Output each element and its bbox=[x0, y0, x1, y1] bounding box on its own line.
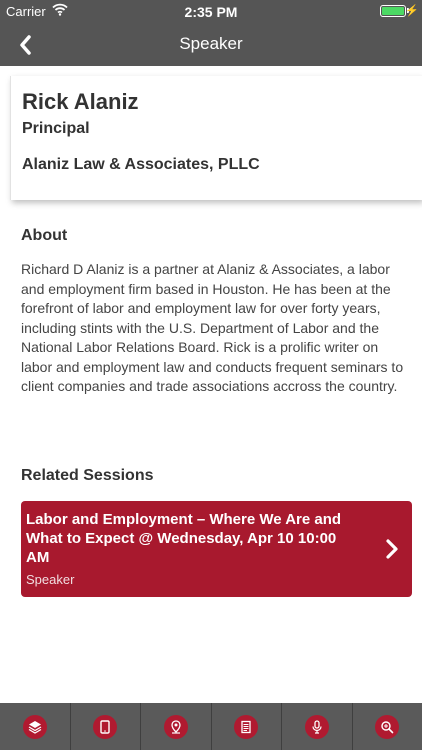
status-time: 2:35 PM bbox=[184, 4, 238, 20]
speaker-name: Rick Alaniz bbox=[22, 89, 139, 114]
layers-icon bbox=[22, 715, 47, 739]
tab-sessions[interactable] bbox=[0, 703, 70, 750]
tab-map[interactable] bbox=[140, 703, 211, 750]
related-sessions-heading: Related Sessions bbox=[21, 467, 154, 484]
speaker-company: Alaniz Law & Associates, PLLC bbox=[22, 156, 260, 173]
about-heading: About bbox=[21, 227, 68, 244]
charging-bolt-icon: ⚡ bbox=[405, 5, 419, 17]
session-card[interactable]: Labor and Employment – Where We Are and … bbox=[21, 501, 412, 597]
tab-documents[interactable] bbox=[210, 703, 282, 750]
zoom-search-icon bbox=[375, 715, 400, 739]
speaker-title: Principal bbox=[22, 120, 90, 137]
chevron-right-icon bbox=[384, 538, 400, 560]
navigation-bar: Speaker bbox=[0, 22, 422, 66]
session-title: Labor and Employment – Where We Are and … bbox=[26, 511, 342, 566]
tab-speakers[interactable] bbox=[281, 703, 352, 750]
page-title: Speaker bbox=[179, 34, 243, 53]
about-text: Richard D Alaniz is a partner at Alaniz … bbox=[21, 261, 404, 394]
microphone-icon bbox=[304, 715, 329, 739]
battery-icon bbox=[380, 5, 406, 17]
tab-device[interactable] bbox=[69, 703, 141, 750]
tab-search[interactable] bbox=[351, 703, 422, 750]
tab-bar bbox=[0, 703, 422, 750]
document-icon bbox=[234, 715, 259, 739]
speaker-card: Rick Alaniz Principal Alaniz Law & Assoc… bbox=[10, 76, 422, 200]
map-pin-icon bbox=[163, 715, 188, 739]
session-role: Speaker bbox=[26, 572, 75, 587]
status-bar: Carrier 2:35 PM ⚡ bbox=[0, 0, 422, 22]
tablet-icon bbox=[93, 715, 118, 739]
